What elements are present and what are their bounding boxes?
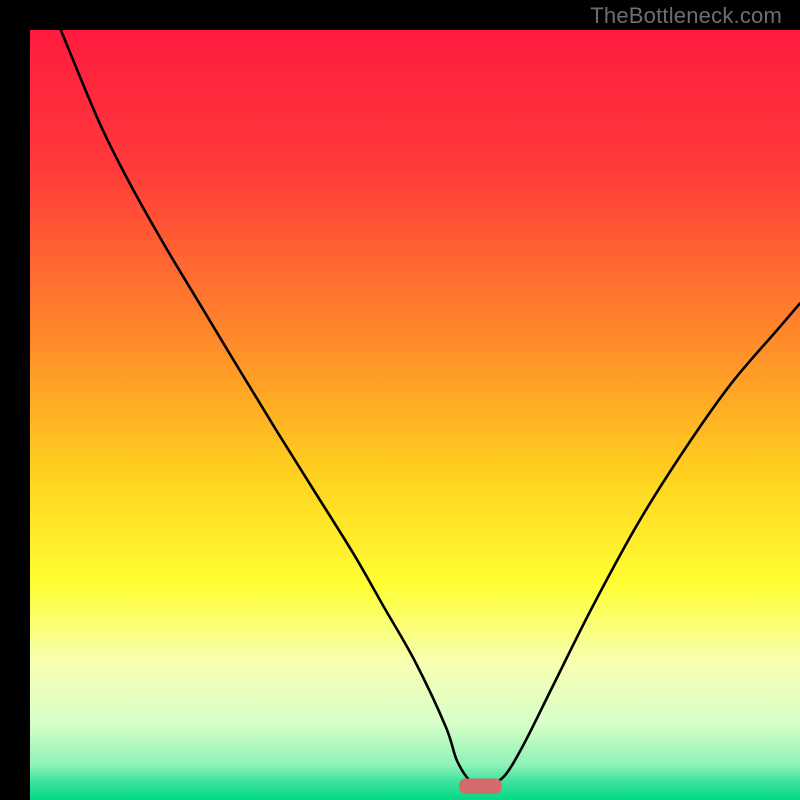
chart-background [30, 30, 800, 800]
watermark-text: TheBottleneck.com [590, 3, 782, 29]
optimal-marker [459, 778, 501, 793]
chart-frame [15, 15, 785, 785]
chart-svg [30, 30, 800, 800]
